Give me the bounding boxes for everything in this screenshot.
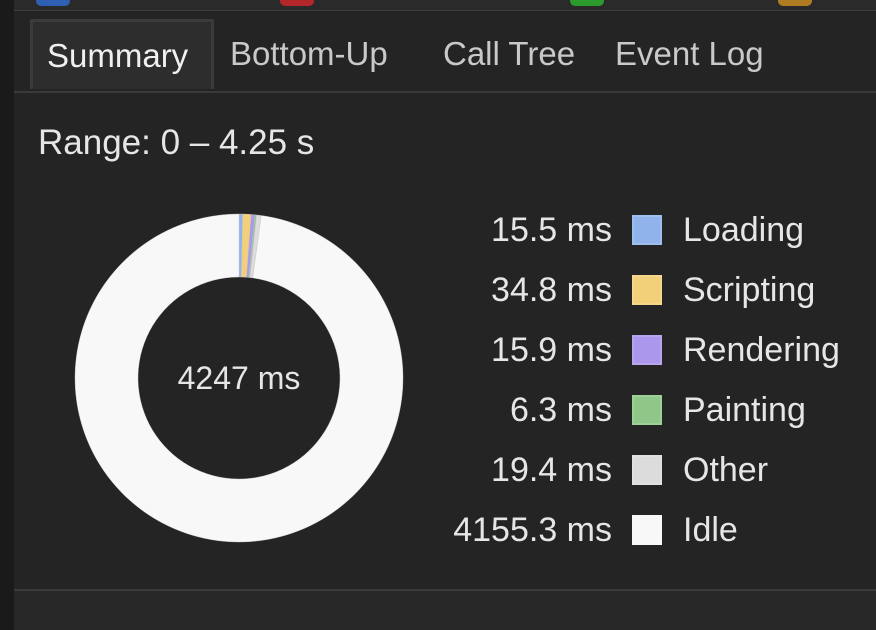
tab-summary[interactable]: Summary: [30, 19, 214, 89]
activity-donut-chart: 4247 ms: [74, 213, 404, 543]
legend-row-scripting: 34.8 ms Scripting: [424, 263, 864, 323]
legend-value-rendering: 15.9 ms: [491, 331, 612, 369]
legend-swatch-idle: [632, 515, 662, 545]
legend-swatch-scripting: [632, 275, 662, 305]
details-tab-bar: Summary Bottom-Up Call Tree Event Log: [14, 11, 876, 93]
legend-label-rendering: Rendering: [683, 331, 840, 369]
loading-chip-icon: [36, 0, 70, 6]
legend-value-scripting: 34.8 ms: [491, 271, 612, 309]
legend-swatch-rendering: [632, 335, 662, 365]
donut-total-label: 4247 ms: [177, 359, 301, 396]
legend-row-idle: 4155.3 ms Idle: [424, 503, 864, 563]
legend-row-painting: 6.3 ms Painting: [424, 383, 864, 443]
left-panel-edge: [0, 0, 14, 630]
legend-label-other: Other: [683, 451, 769, 489]
legend-label-painting: Painting: [683, 391, 806, 429]
activity-legend: 15.5 ms Loading 34.8 ms Scripting 15.9 ms Ren…: [424, 203, 864, 563]
painting-chip-icon: [570, 0, 604, 6]
legend-value-idle: 4155.3 ms: [453, 511, 612, 549]
legend-label-scripting: Scripting: [683, 271, 816, 309]
legend-swatch-loading: [632, 215, 662, 245]
legend-value-loading: 15.5 ms: [491, 211, 612, 249]
legend-swatch-painting: [632, 395, 662, 425]
tab-event-log[interactable]: Event Log: [601, 19, 778, 89]
tab-bottom-up[interactable]: Bottom-Up: [216, 19, 402, 89]
other-chip-icon: [778, 0, 812, 6]
summary-panel: Range: 0 – 4.25 s 4247 ms 15.5 ms Loading…: [14, 93, 876, 591]
scripting-chip-icon: [280, 0, 314, 6]
legend-row-other: 19.4 ms Other: [424, 443, 864, 503]
bottom-status-bar: [14, 591, 876, 630]
tab-call-tree[interactable]: Call Tree: [429, 19, 589, 89]
legend-swatch-other: [632, 455, 662, 485]
legend-value-other: 19.4 ms: [491, 451, 612, 489]
legend-label-loading: Loading: [683, 211, 805, 249]
legend-value-painting: 6.3 ms: [509, 391, 612, 429]
legend-row-rendering: 15.9 ms Rendering: [424, 323, 864, 383]
legend-label-idle: Idle: [683, 511, 738, 549]
range-label: Range: 0 – 4.25 s: [38, 123, 315, 162]
timeline-category-strip: [14, 0, 876, 11]
legend-row-loading: 15.5 ms Loading: [424, 203, 864, 263]
